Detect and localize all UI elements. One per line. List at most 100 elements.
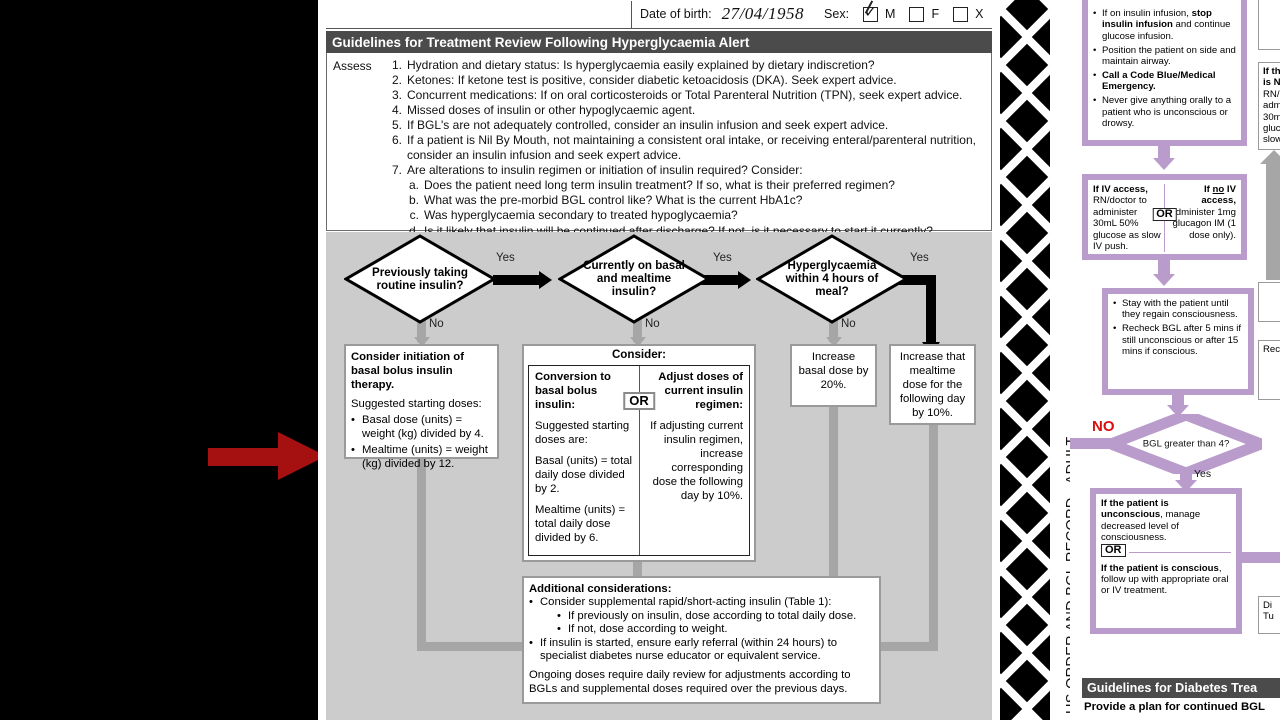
list-item: • Basal dose (units) = weight (kg) divide… bbox=[351, 414, 484, 440]
or-chip: OR bbox=[1101, 543, 1126, 558]
flow-arrow-mealtime-left bbox=[881, 642, 938, 651]
box-increase-mealtime-dose[interactable]: Increase that mealtime dose for the foll… bbox=[889, 344, 976, 425]
guidelines-diabetes-body: Provide a plan for continued BGL bbox=[1084, 701, 1265, 713]
column-text: Suggested starting doses are: bbox=[535, 420, 630, 446]
list-item: • Call a Code Blue/Medical Emergency. bbox=[1093, 70, 1216, 93]
list-item: 1. Hydration and dietary status: Is hyper… bbox=[391, 58, 875, 72]
flow-arrow-conscious-right bbox=[1236, 552, 1280, 563]
list-item: • Stay with the patient until they regain… bbox=[1113, 298, 1238, 321]
box-stay-with-patient[interactable]: • Stay with the patient until they regain… bbox=[1102, 288, 1254, 395]
fragment-text: gluc bbox=[1263, 123, 1280, 135]
fragment-text: 30m bbox=[1263, 111, 1280, 123]
fragment-text: is N bbox=[1263, 77, 1280, 89]
column-title: Conversion to basal bolus insulin: bbox=[535, 371, 611, 411]
or-chip: OR bbox=[1152, 208, 1177, 222]
fragment-box-if-the: If th is N RN/ adm 30m gluc slow bbox=[1258, 62, 1280, 150]
flow-arrowhead-iv-icon bbox=[1153, 274, 1175, 286]
box-consider-initiation[interactable]: Consider initiation of basal bolus insul… bbox=[344, 344, 499, 470]
box-additional-considerations[interactable]: Additional considerations: • Consider sup… bbox=[522, 576, 881, 704]
box-title: Additional considerations: bbox=[529, 583, 672, 595]
box-emergency-actions[interactable]: • If on insulin infusion, stop insulin in… bbox=[1082, 0, 1247, 146]
flow-arrow-init-down bbox=[417, 458, 426, 648]
list-item: • Recheck BGL after 5 mins if still uncon… bbox=[1113, 323, 1242, 358]
box-iv-access[interactable]: If IV access, RN/doctor to administer 30… bbox=[1082, 174, 1247, 260]
fragment-text: adm bbox=[1263, 100, 1280, 112]
sex-male-checkbox[interactable] bbox=[863, 0, 879, 22]
flow-arrow-mealtime-down bbox=[929, 425, 938, 648]
edge-label-yes: Yes bbox=[713, 252, 732, 264]
left-black-gutter bbox=[0, 0, 318, 720]
edge-label-yes: Yes bbox=[910, 252, 929, 264]
sex-x-checkbox[interactable] bbox=[953, 6, 969, 22]
sex-female-checkbox[interactable] bbox=[909, 6, 925, 22]
fragment-text: If th bbox=[1263, 66, 1280, 77]
box-conscious-unconscious[interactable]: If the patient is unconscious, manage de… bbox=[1090, 488, 1242, 634]
list-item: • Position the patient on side and mainta… bbox=[1093, 44, 1236, 68]
box-footer: Ongoing doses require daily review for a… bbox=[529, 668, 851, 695]
list-item: • Consider supplemental rapid/short-actin… bbox=[529, 596, 832, 608]
edge-label-no: No bbox=[841, 318, 856, 330]
list-item: 7. Are alterations to insulin regimen or … bbox=[391, 163, 803, 178]
list-item: • If insulin is started, ensure early ref… bbox=[529, 636, 837, 663]
sex-female-label: F bbox=[931, 7, 940, 21]
spine-vertical-text-area-2: US ORDER AND BGL RECORD - ADULT bbox=[1020, 0, 1080, 720]
red-annotation-arrow-icon bbox=[208, 432, 326, 480]
flowchart-canvas: Previously taking routine insulin? Yes N… bbox=[326, 232, 992, 720]
fragment-text: RN/ bbox=[1263, 88, 1280, 100]
decision-previously-taking-insulin[interactable]: Previously taking routine insulin? bbox=[344, 234, 496, 324]
decision-label: Hyperglycaemia within 4 hours of meal? bbox=[785, 259, 879, 299]
edge-label-no: No bbox=[429, 318, 444, 330]
fragment-text: Di bbox=[1263, 600, 1273, 611]
fragment-text: Rec bbox=[1263, 344, 1280, 355]
fragment-text: slow bbox=[1263, 134, 1280, 146]
list-item: • Never give anything orally to a patient… bbox=[1093, 95, 1232, 130]
decision-hyperglycaemia-within-4-hours[interactable]: Hyperglycaemia within 4 hours of meal? bbox=[756, 234, 908, 324]
or-chip: OR bbox=[623, 392, 655, 410]
fragment-box-recheck: Rec a ac aft bbox=[1258, 340, 1280, 400]
dob-label: Date of birth: bbox=[640, 7, 712, 21]
decision-label: Currently on basal and mealtime insulin? bbox=[583, 259, 685, 299]
list-item: c. Was hyperglycaemia secondary to treate… bbox=[409, 208, 738, 223]
decision-label: Previously taking routine insulin? bbox=[371, 265, 468, 292]
assess-list: 1. Hydration and dietary status: Is hyper… bbox=[385, 58, 987, 238]
column-text: Basal (units) = total daily dose divided… bbox=[535, 455, 633, 495]
list-item: 6. If a patient is Nil By Mouth, not main… bbox=[391, 133, 976, 163]
flow-arrow-d3-down bbox=[926, 275, 936, 347]
list-item: 3. Concurrent medications: If on oral cor… bbox=[391, 88, 963, 103]
decision-label: BGL greater than 4? bbox=[1142, 438, 1230, 450]
list-item: 4. Missed doses of insulin or other hypog… bbox=[391, 103, 696, 118]
assess-label: Assess bbox=[333, 59, 372, 73]
patient-label-cell bbox=[326, 0, 632, 28]
box-subtitle: Suggested starting doses: bbox=[351, 398, 482, 410]
box-text: Increase that mealtime dose for the foll… bbox=[899, 351, 966, 419]
fragment-box-di-tu: Di Tu bbox=[1258, 596, 1280, 634]
patient-details-band: Date of birth: 27/04/1958 Sex: M F X bbox=[326, 0, 992, 29]
list-item: 2. Ketones: If ketone test is positive, c… bbox=[391, 73, 897, 88]
decision-currently-basal-mealtime[interactable]: Currently on basal and mealtime insulin? bbox=[558, 234, 710, 324]
assess-section: Assess 1. Hydration and dietary status: I… bbox=[326, 53, 992, 238]
fragment-text: a bbox=[1263, 355, 1280, 366]
flow-arrowhead-d2-d3-icon bbox=[738, 271, 751, 289]
box-consider[interactable]: Consider: Conversion to basal bolus insu… bbox=[522, 344, 756, 562]
unconscious-text: If the patient is unconscious, manage de… bbox=[1101, 498, 1201, 544]
column-text: Mealtime (units) = total daily dose divi… bbox=[535, 504, 626, 544]
flow-arrowhead-emergency-icon bbox=[1153, 158, 1175, 170]
list-item: • If previously on insulin, dose accordin… bbox=[557, 609, 857, 622]
fragment-text: infu bbox=[1263, 297, 1280, 308]
box-increase-basal-dose[interactable]: Increase basal dose by 20%. bbox=[790, 344, 877, 407]
conscious-text: If the patient is conscious, follow up w… bbox=[1101, 562, 1229, 597]
guidelines-header-bar: Guidelines for Treatment Review Followin… bbox=[326, 31, 992, 53]
list-item: • If on insulin infusion, stop insulin in… bbox=[1093, 8, 1231, 42]
fragment-text: ac bbox=[1263, 367, 1280, 378]
decision-bgl-greater-than-4[interactable]: BGL greater than 4? bbox=[1110, 414, 1262, 474]
fragment-text: c bbox=[1263, 14, 1280, 25]
list-item: • Mealtime (units) = weight (kg) divided … bbox=[351, 444, 488, 470]
sex-x-label: X bbox=[975, 7, 984, 21]
flow-arrow-d1-d2 bbox=[493, 275, 541, 285]
flow-arrowhead-d1-d2-icon bbox=[539, 271, 552, 289]
fragment-text: aft bbox=[1263, 378, 1280, 389]
fragment-text: Tu bbox=[1263, 611, 1274, 623]
flow-arrow-bgl-no bbox=[1070, 438, 1112, 449]
list-item: • If not, dose according to weight. bbox=[557, 623, 728, 636]
list-item: a. Does the patient need long term insuli… bbox=[408, 178, 895, 193]
